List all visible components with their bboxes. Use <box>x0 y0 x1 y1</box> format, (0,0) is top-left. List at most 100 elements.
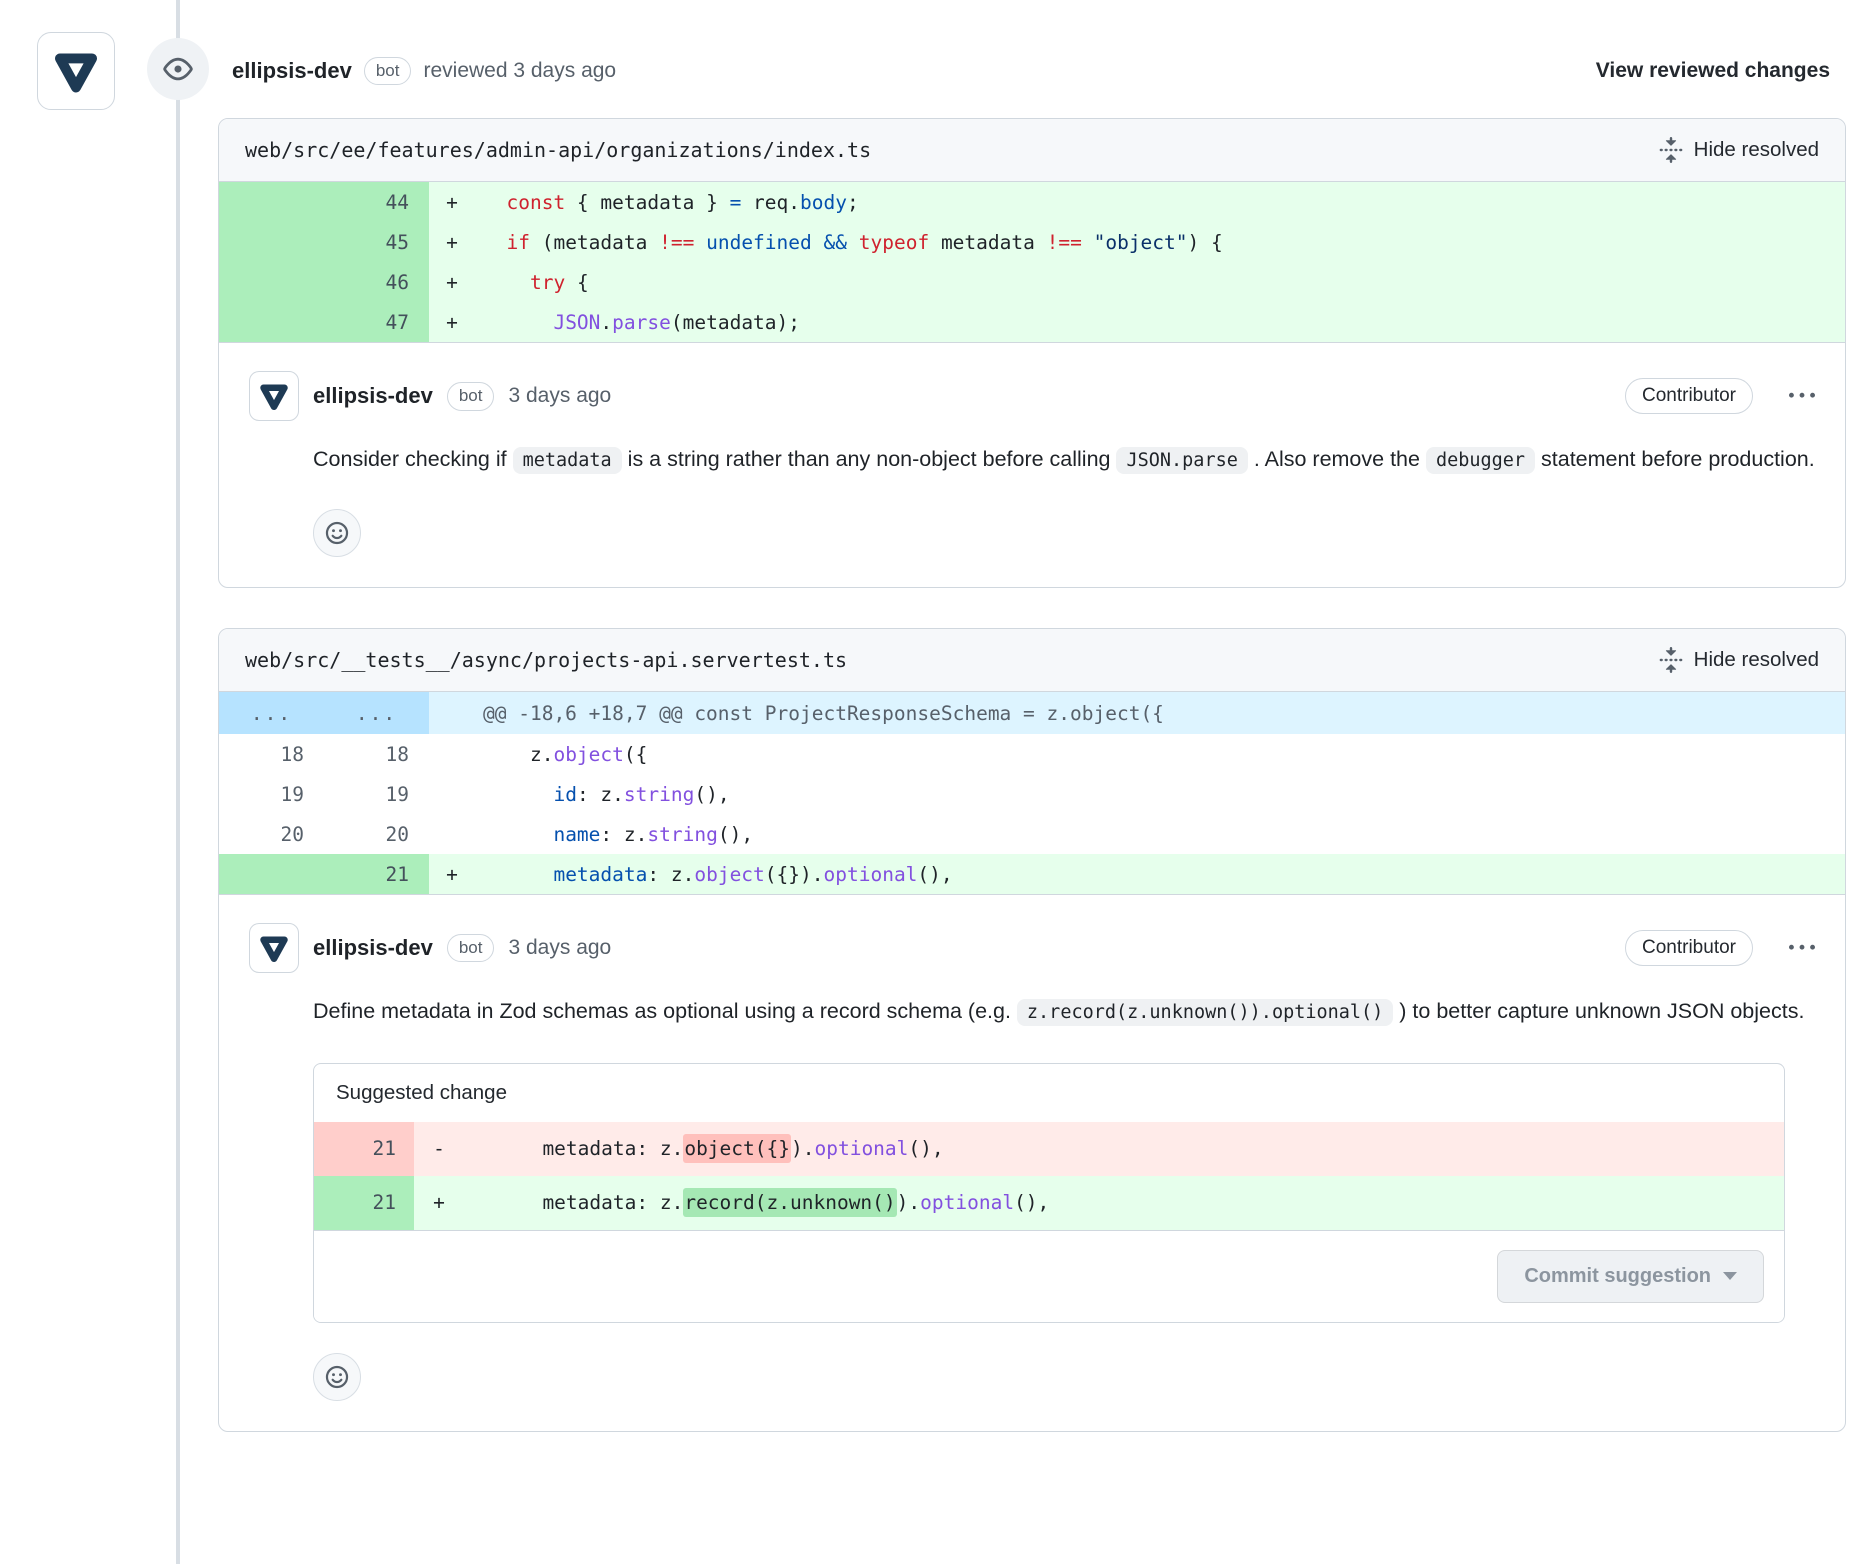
new-line-number: 21 <box>324 854 429 894</box>
diff-sign: + <box>429 302 475 342</box>
old-line-number: 19 <box>219 774 324 814</box>
review-thread-card: web/src/__tests__/async/projects-api.ser… <box>218 628 1846 1432</box>
line-number: 21 <box>314 1176 414 1230</box>
diff-sign <box>429 734 475 774</box>
caret-down-icon <box>1723 1272 1737 1280</box>
contributor-badge: Contributor <box>1625 378 1753 414</box>
diff-table: 44+ const { metadata } = req.body;45+ if… <box>219 182 1845 342</box>
diff-sign: + <box>414 1176 464 1230</box>
hide-resolved-label: Hide resolved <box>1694 138 1819 162</box>
review-thread-card: web/src/ee/features/admin-api/organizati… <box>218 118 1846 588</box>
new-line-number: 19 <box>324 774 429 814</box>
review-comment: ellipsis-dev bot 3 days ago Contributor … <box>219 894 1845 1431</box>
timeline-rail <box>176 0 180 1564</box>
diff-line: 1818 z.object({ <box>219 734 1845 774</box>
add-reaction-button[interactable] <box>313 1353 361 1401</box>
new-line-number: 45 <box>324 222 429 262</box>
add-reaction-button[interactable] <box>313 509 361 557</box>
suggestion-line: 21- metadata: z.object({}).optional(), <box>314 1122 1784 1176</box>
comment-timestamp[interactable]: 3 days ago <box>508 936 611 960</box>
suggestion-footer: Commit suggestion <box>314 1230 1784 1322</box>
word-diff-highlight: record(z.unknown() <box>683 1188 896 1217</box>
hide-resolved-label: Hide resolved <box>1694 648 1819 672</box>
new-line-number: 47 <box>324 302 429 342</box>
fold-icon <box>1658 137 1684 163</box>
code-line: JSON.parse(metadata); <box>475 302 1845 342</box>
code-line: if (metadata !== undefined && typeof met… <box>475 222 1845 262</box>
code-line: @@ -18,6 +18,7 @@ const ProjectResponseS… <box>475 692 1845 734</box>
diff-sign <box>429 692 475 734</box>
new-line-number: ... <box>324 692 429 734</box>
diff-line: ...... @@ -18,6 +18,7 @@ const ProjectRes… <box>219 692 1845 734</box>
eye-icon <box>163 54 193 84</box>
comment-author-name[interactable]: ellipsis-dev <box>313 383 433 409</box>
old-line-number <box>219 182 324 222</box>
old-line-number: ... <box>219 692 324 734</box>
code-line: id: z.string(), <box>475 774 1845 814</box>
diff-line: 45+ if (metadata !== undefined && typeof… <box>219 222 1845 262</box>
diff-sign: + <box>429 222 475 262</box>
diff-line: 21+ metadata: z.object({}).optional(), <box>219 854 1845 894</box>
diff-sign: + <box>429 262 475 302</box>
inline-code: metadata <box>513 447 622 474</box>
code-line: z.object({ <box>475 734 1845 774</box>
review-header: ellipsis-dev bot reviewed 3 days ago Vie… <box>232 0 1830 85</box>
comment-author-name[interactable]: ellipsis-dev <box>313 935 433 961</box>
commit-suggestion-button[interactable]: Commit suggestion <box>1497 1250 1764 1303</box>
diff-line: 47+ JSON.parse(metadata); <box>219 302 1845 342</box>
old-line-number: 20 <box>219 814 324 854</box>
word-diff-highlight: object({} <box>683 1134 791 1163</box>
file-path[interactable]: web/src/__tests__/async/projects-api.ser… <box>245 648 847 672</box>
comment-author-avatar[interactable] <box>249 371 299 421</box>
smiley-icon <box>323 519 351 547</box>
inline-code: z.record(z.unknown()).optional() <box>1017 999 1393 1026</box>
comment-body: Consider checking if metadata is a strin… <box>313 441 1815 479</box>
old-line-number <box>219 222 324 262</box>
code-line: metadata: z.object({}).optional(), <box>464 1122 1784 1176</box>
file-path[interactable]: web/src/ee/features/admin-api/organizati… <box>245 138 871 162</box>
diff-line: 46+ try { <box>219 262 1845 302</box>
line-number: 21 <box>314 1122 414 1176</box>
old-line-number <box>219 854 324 894</box>
bot-badge: bot <box>364 57 412 85</box>
suggestion-diff: 21- metadata: z.object({}).optional(),21… <box>314 1122 1784 1230</box>
diff-table: ...... @@ -18,6 +18,7 @@ const ProjectRes… <box>219 692 1845 894</box>
code-line: const { metadata } = req.body; <box>475 182 1845 222</box>
comment-content: Consider checking if metadata is a strin… <box>313 441 1815 557</box>
file-header: web/src/ee/features/admin-api/organizati… <box>219 119 1845 182</box>
bot-badge: bot <box>447 934 495 962</box>
diff-line: 44+ const { metadata } = req.body; <box>219 182 1845 222</box>
review-event-badge <box>147 38 209 100</box>
commit-suggestion-label: Commit suggestion <box>1524 1265 1711 1288</box>
diff-sign <box>429 774 475 814</box>
suggested-change-block: Suggested change 21- metadata: z.object(… <box>313 1063 1785 1323</box>
reviewer-avatar[interactable] <box>37 32 115 110</box>
old-line-number: 18 <box>219 734 324 774</box>
code-line: name: z.string(), <box>475 814 1845 854</box>
new-line-number: 46 <box>324 262 429 302</box>
reviewer-name[interactable]: ellipsis-dev <box>232 58 352 84</box>
kebab-horizontal-icon <box>1789 383 1815 409</box>
diff-sign: + <box>429 182 475 222</box>
kebab-horizontal-icon <box>1789 935 1815 961</box>
comment-author-avatar[interactable] <box>249 923 299 973</box>
hide-resolved-button[interactable]: Hide resolved <box>1658 647 1819 673</box>
view-reviewed-changes-link[interactable]: View reviewed changes <box>1596 59 1830 83</box>
code-line: metadata: z.object({}).optional(), <box>475 854 1845 894</box>
code-line: metadata: z.record(z.unknown()).optional… <box>464 1176 1784 1230</box>
new-line-number: 18 <box>324 734 429 774</box>
ellipsis-dev-logo-icon <box>257 931 291 965</box>
old-line-number <box>219 302 324 342</box>
smiley-icon <box>323 1363 351 1391</box>
hide-resolved-button[interactable]: Hide resolved <box>1658 137 1819 163</box>
diff-line: 1919 id: z.string(), <box>219 774 1845 814</box>
ellipsis-dev-logo-icon <box>50 45 102 97</box>
comment-content: Define metadata in Zod schemas as option… <box>313 993 1815 1401</box>
comment-timestamp[interactable]: 3 days ago <box>508 384 611 408</box>
fold-icon <box>1658 647 1684 673</box>
code-line: try { <box>475 262 1845 302</box>
bot-badge: bot <box>447 382 495 410</box>
diff-sign: - <box>414 1122 464 1176</box>
comment-options-button[interactable] <box>1789 935 1815 961</box>
comment-options-button[interactable] <box>1789 383 1815 409</box>
